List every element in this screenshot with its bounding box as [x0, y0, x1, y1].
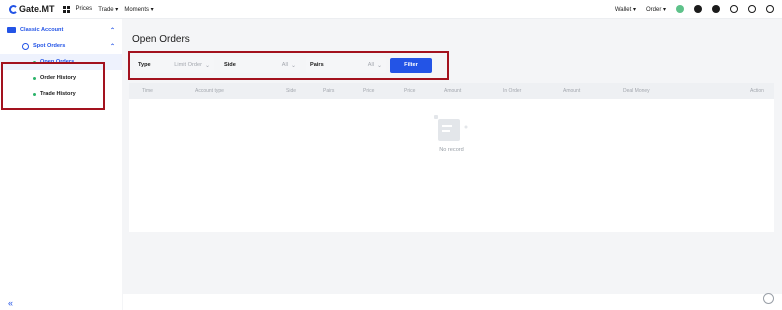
nav-moments[interactable]: Moments ▾: [124, 6, 153, 13]
gate-logo[interactable]: Gate.MT: [9, 4, 55, 14]
highlight-box-filters: [128, 51, 449, 80]
apps-grid-icon[interactable]: [62, 5, 70, 13]
footer-band: [123, 294, 782, 310]
account-icon: [7, 27, 16, 33]
spot-orders-icon: [22, 42, 29, 50]
download-icon[interactable]: [712, 5, 720, 13]
collapse-sidebar-button[interactable]: «: [8, 298, 13, 308]
chevron-up-icon: ⌃: [109, 27, 115, 34]
topbar-right: Wallet ▾ Order ▾: [615, 5, 774, 13]
page-title: Open Orders: [132, 34, 190, 45]
avatar[interactable]: [676, 5, 684, 13]
empty-document-icon: [433, 113, 467, 141]
sidebar-spot-orders[interactable]: Spot Orders ⌃: [0, 38, 122, 54]
support-chat-icon[interactable]: [763, 293, 774, 304]
nav-wallet[interactable]: Wallet ▾: [615, 6, 636, 13]
orders-table: Time Account type Side Pairs Price Price…: [129, 83, 774, 232]
logo-icon: [9, 4, 18, 14]
col-price: Price: [363, 88, 375, 94]
empty-text: No record: [439, 147, 464, 153]
col-deal-money: Deal Money: [623, 88, 650, 94]
nav-prices[interactable]: Prices: [76, 6, 93, 13]
nav-order[interactable]: Order ▾: [646, 6, 666, 13]
col-in-order: In Order: [503, 88, 522, 94]
col-side: Side: [286, 88, 297, 94]
col-action: Action: [750, 88, 764, 94]
col-pairs: Pairs: [323, 88, 335, 94]
sidebar-classic-account[interactable]: Classic Account ⌃: [0, 22, 122, 38]
highlight-box-sidebar: [1, 62, 105, 110]
col-amount: Amount: [444, 88, 462, 94]
col-time: Time: [142, 88, 153, 94]
top-navbar: Gate.MT Prices Trade ▾ Moments ▾ Wallet …: [0, 0, 782, 19]
empty-state: No record: [129, 113, 774, 153]
nav-trade[interactable]: Trade ▾: [98, 6, 118, 13]
table-header: Time Account type Side Pairs Price Price…: [129, 83, 774, 99]
theme-toggle-icon[interactable]: [694, 5, 702, 13]
globe-icon[interactable]: [730, 5, 738, 13]
sidebar-account-label: Classic Account: [20, 27, 64, 33]
main-nav: Prices Trade ▾ Moments ▾: [76, 6, 154, 13]
col-account-type: Account type: [195, 88, 224, 94]
chevron-up-icon: ⌃: [109, 43, 115, 50]
logo-text: Gate.MT: [19, 4, 55, 14]
settings-icon[interactable]: [748, 5, 756, 13]
col-price-2: Price: [404, 88, 416, 94]
col-amount-2: Amount: [563, 88, 581, 94]
sidebar-spot-label: Spot Orders: [33, 43, 66, 49]
search-icon[interactable]: [766, 5, 774, 13]
